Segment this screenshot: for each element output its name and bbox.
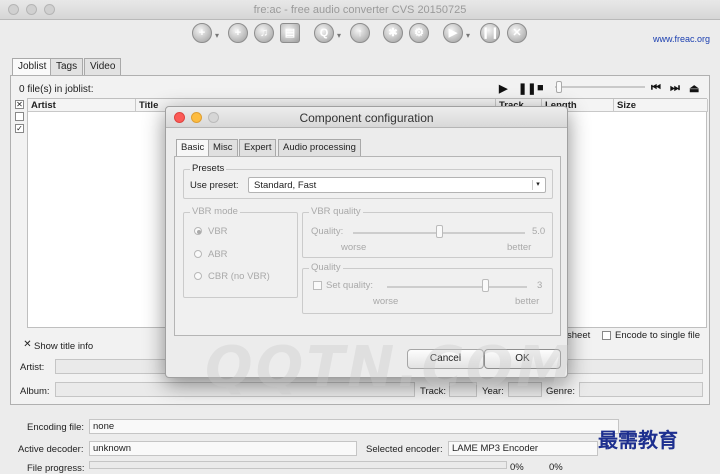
add-files-icon[interactable]: + (192, 23, 212, 43)
window-title: fre:ac - free audio converter CVS 201507… (253, 4, 467, 16)
corner-logo-text: 最需教育 (598, 428, 678, 452)
select-none-checkbox[interactable] (15, 112, 24, 121)
play-icon[interactable]: ▶ (499, 82, 507, 95)
previous-track-icon[interactable]: ⏮ (651, 82, 661, 95)
vbr-quality-title: VBR quality (309, 206, 363, 217)
toggle-selection-checkbox[interactable]: ✓ (15, 124, 24, 133)
start-encoding-icon[interactable]: ▶ (443, 23, 463, 43)
dialog-titlebar: Component configuration (166, 107, 567, 128)
column-size[interactable]: Size (614, 99, 708, 112)
eject-icon[interactable]: ⏏ (689, 82, 699, 95)
vbr-quality-slider-knob[interactable] (436, 225, 443, 238)
encode-single-file-label: Encode to single file (615, 330, 701, 341)
window-titlebar: fre:ac - free audio converter CVS 201507… (0, 0, 720, 20)
stop-encoding-icon[interactable]: ✕ (507, 23, 527, 43)
cddb-submit-icon[interactable]: ↑ (350, 23, 370, 43)
file-progress-percent: 0% (510, 462, 524, 473)
year-label: Year: (482, 386, 504, 397)
cbr-radio[interactable] (194, 272, 202, 280)
set-quality-checkbox[interactable] (313, 281, 322, 290)
cddb-search-icon[interactable]: Q (314, 23, 334, 43)
add-files-dropdown-icon[interactable]: ▾ (215, 31, 219, 40)
quality-group-title: Quality (309, 262, 343, 273)
presets-group-title: Presets (190, 163, 227, 174)
use-preset-label: Use preset: (190, 180, 239, 191)
tab-tags[interactable]: Tags (50, 58, 84, 75)
settings-gear-icon[interactable]: ⚙ (409, 23, 429, 43)
quality-better-label: better (507, 242, 532, 253)
encode-dropdown-icon[interactable]: ▾ (466, 31, 470, 40)
set-quality-worse-label: worse (373, 296, 399, 307)
component-configuration-dialog: Component configuration Basic Misc Exper… (165, 106, 568, 378)
stop-icon[interactable]: ■ (537, 82, 544, 94)
show-title-info-checkbox[interactable]: ✕ (23, 340, 32, 350)
vbr-mode-group: VBR mode VBR ABR CBR (no VBR) (183, 206, 298, 298)
quality-value: 5.0 (532, 226, 546, 237)
genre-label: Genre: (546, 386, 576, 397)
freac-website-link[interactable]: www.freac.org (653, 34, 710, 44)
encode-single-file-checkbox[interactable] (602, 331, 611, 340)
cddb-query-icon[interactable]: ♫ (254, 23, 274, 43)
tab-joblist[interactable]: Joblist (12, 58, 53, 76)
cbr-radio-label: CBR (no VBR) (208, 271, 270, 282)
year-field[interactable] (508, 382, 542, 397)
set-quality-slider-knob[interactable] (482, 279, 489, 292)
pause-encoding-icon[interactable]: ❙❙ (480, 23, 500, 43)
dialog-title: Component configuration (299, 111, 434, 125)
track-field[interactable] (449, 382, 477, 397)
selected-encoder-value[interactable]: LAME MP3 Encoder (448, 441, 598, 456)
use-preset-value: Standard, Fast (254, 180, 317, 191)
pause-icon[interactable]: ❚❚ (518, 82, 536, 95)
vbr-quality-group: VBR quality Quality: 5.0 worse better (302, 206, 553, 258)
ok-button[interactable]: OK (484, 349, 561, 369)
album-field[interactable] (55, 382, 415, 397)
set-quality-slider[interactable] (387, 286, 527, 288)
track-label: Track: (420, 386, 447, 397)
active-decoder-label: Active decoder: (18, 444, 84, 455)
select-all-checkbox[interactable]: ✕ (15, 100, 24, 109)
playback-slider[interactable] (555, 86, 645, 88)
show-title-info-label: Show title info (34, 341, 94, 352)
set-quality-label: Set quality: (326, 280, 373, 291)
dialog-tab-misc[interactable]: Misc (208, 139, 238, 156)
config-encoder-icon[interactable]: ✱ (383, 23, 403, 43)
main-toolbar: + ▾ + ♫ ▤ Q ▾ ↑ ✱ ⚙ ▶ ▾ ❙❙ ✕ www.freac.o… (0, 20, 720, 50)
search-dropdown-icon[interactable]: ▾ (337, 31, 341, 40)
file-progress-bar (89, 461, 507, 469)
file-count-label: 0 file(s) in joblist: (19, 84, 94, 95)
set-quality-value: 3 (537, 280, 543, 291)
artist-label: Artist: (20, 362, 45, 373)
cancel-button[interactable]: Cancel (407, 349, 484, 369)
dialog-tab-audio-processing[interactable]: Audio processing (278, 139, 361, 156)
next-track-icon[interactable]: ⏭ (670, 82, 680, 95)
delete-file-icon[interactable]: ▤ (280, 23, 300, 43)
vbr-radio[interactable] (194, 227, 202, 235)
abr-radio[interactable] (194, 250, 202, 258)
dialog-basic-panel: Presets Use preset: Standard, Fast ▾ VBR… (174, 156, 561, 336)
cue-sheet-label: sheet (567, 330, 591, 341)
active-decoder-value: unknown (89, 441, 357, 456)
vbr-radio-label: VBR (208, 226, 228, 237)
presets-group: Presets Use preset: Standard, Fast ▾ (183, 163, 553, 199)
selected-encoder-label: Selected encoder: (366, 444, 443, 455)
add-cd-icon[interactable]: + (228, 23, 248, 43)
quality-label: Quality: (311, 226, 344, 237)
abr-radio-label: ABR (208, 249, 228, 260)
quality-worse-label: worse (341, 242, 367, 253)
set-quality-better-label: better (515, 296, 540, 307)
use-preset-select[interactable]: Standard, Fast ▾ (248, 177, 546, 193)
tab-video[interactable]: Video (84, 58, 122, 75)
chevron-down-icon: ▾ (532, 180, 543, 190)
dialog-tab-expert[interactable]: Expert (239, 139, 277, 156)
album-label: Album: (20, 386, 50, 397)
playback-slider-knob[interactable] (556, 81, 562, 93)
vbr-mode-title: VBR mode (190, 206, 240, 217)
genre-select[interactable] (579, 382, 703, 397)
total-progress-percent: 0% (549, 462, 563, 473)
quality-group: Quality Set quality: 3 worse better (302, 262, 553, 314)
encoding-file-value: none (89, 419, 619, 434)
dialog-tab-basic[interactable]: Basic (176, 139, 210, 156)
column-artist[interactable]: Artist (28, 99, 136, 112)
encoding-file-label: Encoding file: (27, 422, 85, 433)
